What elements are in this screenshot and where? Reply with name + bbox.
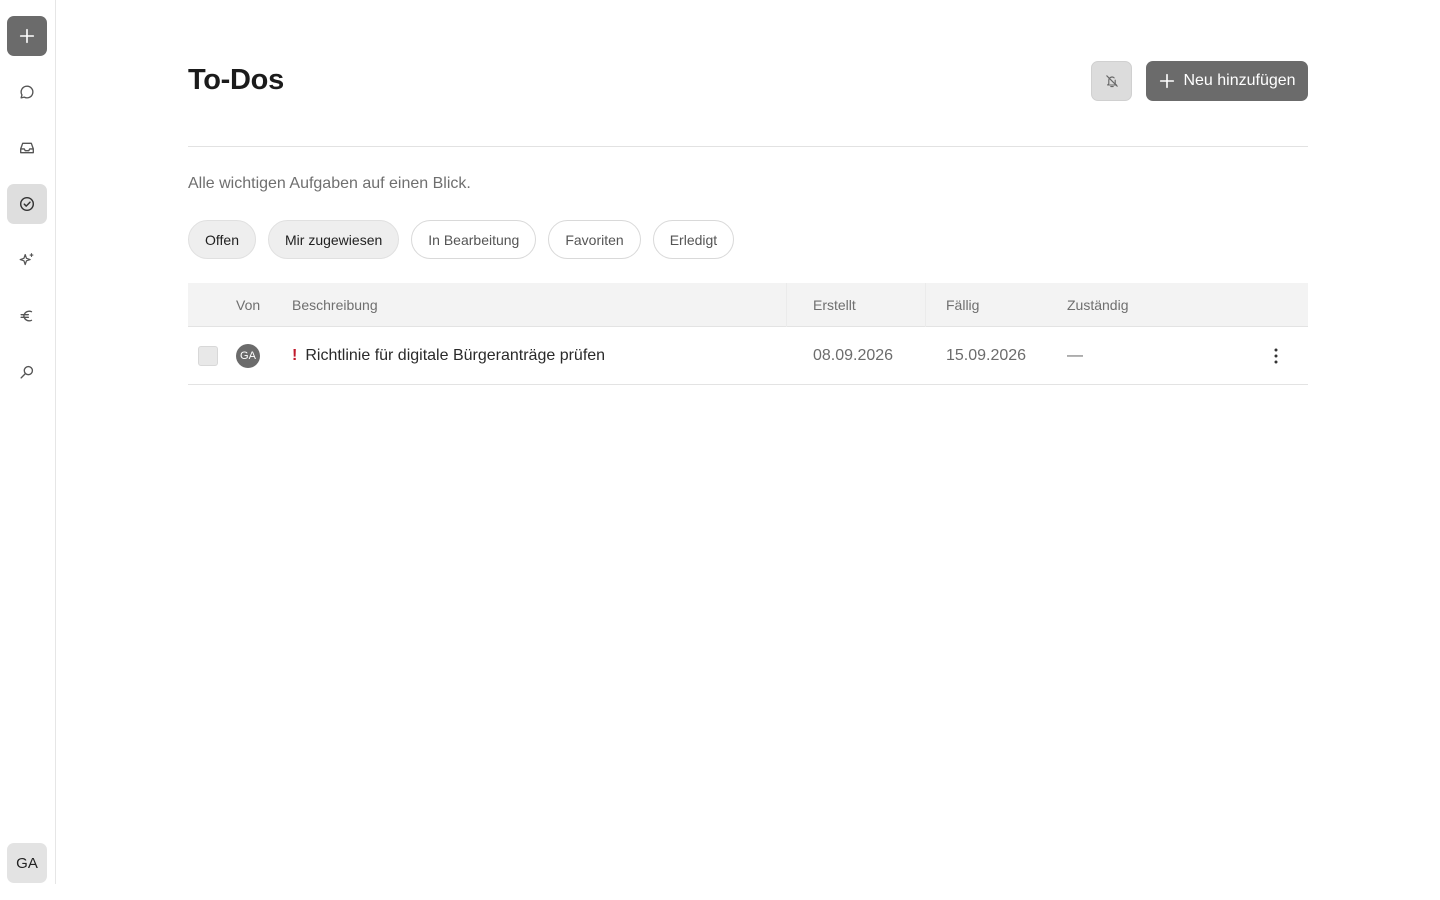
sidebar-item-finance[interactable]	[7, 296, 47, 336]
row-actions-cell	[1264, 327, 1288, 384]
row-description-cell: ! Richtlinie für digitale Bürgeranträge …	[292, 327, 605, 384]
row-description[interactable]: Richtlinie für digitale Bürgeranträge pr…	[305, 347, 605, 365]
sidebar-item-inbox[interactable]	[7, 128, 47, 168]
row-due-date: 15.09.2026	[946, 346, 1027, 364]
add-new-button-label: Neu hinzufügen	[1183, 72, 1296, 89]
avatar: GA	[236, 343, 260, 368]
chat-bubble-icon	[20, 85, 34, 99]
todo-table: Von Beschreibung Erstellt Fällig Zuständ…	[188, 283, 1308, 385]
column-header-from[interactable]: Von	[236, 283, 260, 327]
notifications-toggle-button[interactable]	[1091, 61, 1132, 101]
sidebar-item-search[interactable]	[7, 352, 47, 392]
page-title: To-Dos	[188, 64, 284, 96]
plus-icon	[1160, 73, 1175, 89]
table-header: Von Beschreibung Erstellt Fällig Zuständ…	[188, 283, 1308, 327]
row-more-button[interactable]	[1264, 344, 1288, 368]
row-checkbox[interactable]	[198, 345, 218, 366]
new-button[interactable]	[7, 16, 47, 56]
user-avatar[interactable]: GA	[7, 843, 47, 883]
column-separator	[786, 283, 787, 327]
filter-assigned-to-me[interactable]: Mir zugewiesen	[268, 220, 400, 259]
column-header-assignee[interactable]: Zuständig	[1067, 283, 1128, 327]
sparkles-icon	[19, 253, 34, 266]
plus-icon	[19, 28, 35, 44]
filter-chips: Offen Mir zugewiesen In Bearbeitung Favo…	[188, 220, 735, 259]
filter-done[interactable]: Erledigt	[652, 220, 735, 259]
row-created-date: 08.09.2026	[813, 346, 894, 364]
column-header-due[interactable]: Fällig	[946, 283, 979, 327]
priority-marker: !	[292, 346, 298, 364]
header-divider	[188, 146, 1308, 147]
row-assignee: —	[1067, 346, 1083, 364]
table-row[interactable]: GA ! Richtlinie für digitale Bürgeranträ…	[188, 327, 1308, 385]
filter-favorites[interactable]: Favoriten	[548, 220, 641, 259]
add-new-button[interactable]: Neu hinzufügen	[1146, 61, 1308, 101]
filter-in-progress[interactable]: In Bearbeitung	[411, 220, 537, 259]
sidebar-item-chat[interactable]	[7, 72, 47, 112]
column-header-description[interactable]: Beschreibung	[292, 283, 378, 327]
column-header-created[interactable]: Erstellt	[813, 283, 856, 327]
column-separator	[925, 283, 926, 327]
bell-off-icon	[1105, 75, 1118, 88]
filter-open[interactable]: Offen	[188, 220, 256, 259]
search-icon	[20, 365, 34, 379]
sidebar-item-ai[interactable]	[7, 240, 47, 280]
page-subtitle: Alle wichtigen Aufgaben auf einen Blick.	[188, 175, 471, 192]
sidebar: GA	[0, 0, 56, 884]
row-select-cell	[198, 327, 218, 384]
app: GA To-Dos Neu hinzufügen Alle wichtigen …	[0, 0, 1440, 900]
row-from-cell: GA	[236, 327, 260, 384]
check-circle-icon	[19, 196, 35, 212]
sidebar-item-todos[interactable]	[7, 184, 47, 224]
more-vertical-icon	[1274, 348, 1278, 363]
inbox-icon	[20, 142, 34, 154]
euro-icon	[20, 310, 33, 322]
